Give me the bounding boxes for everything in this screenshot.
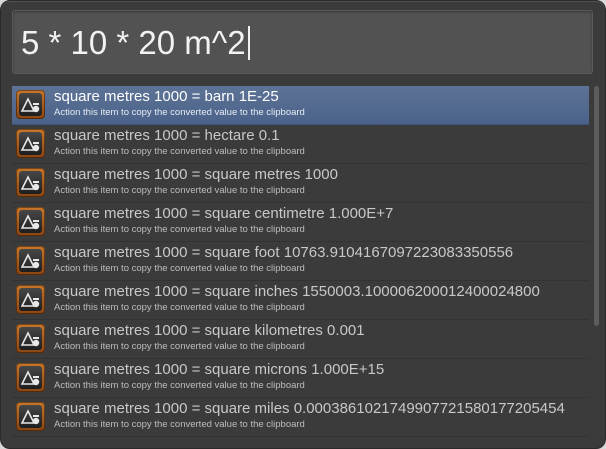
- result-title: square metres 1000 = hectare 0.1: [54, 127, 280, 144]
- scales-icon: [16, 129, 45, 158]
- scales-icon: [16, 363, 45, 392]
- result-subtitle: Action this item to copy the converted v…: [54, 341, 305, 352]
- result-subtitle: Action this item to copy the converted v…: [54, 185, 305, 196]
- scales-icon: [16, 90, 45, 119]
- scales-icon: [16, 168, 45, 197]
- query-text: 5 * 10 * 20 m^2: [21, 25, 250, 61]
- result-subtitle: Action this item to copy the converted v…: [54, 107, 305, 118]
- result-item[interactable]: square metres 1000 = square miles 0.0003…: [12, 398, 589, 437]
- result-item[interactable]: square metres 1000 = square inches 15500…: [12, 281, 589, 320]
- result-item[interactable]: square metres 1000 = hectare 0.1 Action …: [12, 125, 589, 164]
- result-item[interactable]: square metres 1000 = barn 1E-25 Action t…: [12, 86, 589, 125]
- results-list: square metres 1000 = barn 1E-25 Action t…: [12, 86, 589, 438]
- text-cursor: [247, 26, 250, 60]
- result-title: square metres 1000 = square centimetre 1…: [54, 205, 394, 222]
- scales-icon: [16, 207, 45, 236]
- result-title: square metres 1000 = square kilometres 0…: [54, 322, 365, 339]
- scales-icon: [16, 285, 45, 314]
- query-input[interactable]: 5 * 10 * 20 m^2: [12, 10, 593, 74]
- result-item[interactable]: square metres 1000 = square kilometres 0…: [12, 320, 589, 359]
- launcher-window: 5 * 10 * 20 m^2 square metres 1000 = bar…: [0, 0, 606, 449]
- result-subtitle: Action this item to copy the converted v…: [54, 146, 305, 157]
- scales-icon: [16, 402, 45, 431]
- scales-icon: [16, 246, 45, 275]
- scrollbar-thumb[interactable]: [594, 86, 599, 326]
- result-title: square metres 1000 = barn 1E-25: [54, 88, 279, 105]
- result-title: square metres 1000 = square foot 10763.9…: [54, 244, 514, 261]
- result-subtitle: Action this item to copy the converted v…: [54, 263, 305, 274]
- result-subtitle: Action this item to copy the converted v…: [54, 380, 305, 391]
- result-title: square metres 1000 = square inches 15500…: [54, 283, 540, 300]
- result-subtitle: Action this item to copy the converted v…: [54, 419, 305, 430]
- result-title: square metres 1000 = square metres 1000: [54, 166, 338, 183]
- result-item[interactable]: square metres 1000 = square foot 10763.9…: [12, 242, 589, 281]
- result-title: square metres 1000 = square microns 1.00…: [54, 361, 385, 378]
- result-item[interactable]: square metres 1000 = square metres 1000 …: [12, 164, 589, 203]
- results-scrollbar[interactable]: [594, 86, 600, 438]
- result-item[interactable]: square metres 1000 = square microns 1.00…: [12, 359, 589, 398]
- scales-icon: [16, 324, 45, 353]
- result-title: square metres 1000 = square miles 0.0003…: [54, 400, 565, 417]
- result-item[interactable]: square metres 1000 = square centimetre 1…: [12, 203, 589, 242]
- result-subtitle: Action this item to copy the converted v…: [54, 224, 305, 235]
- result-subtitle: Action this item to copy the converted v…: [54, 302, 305, 313]
